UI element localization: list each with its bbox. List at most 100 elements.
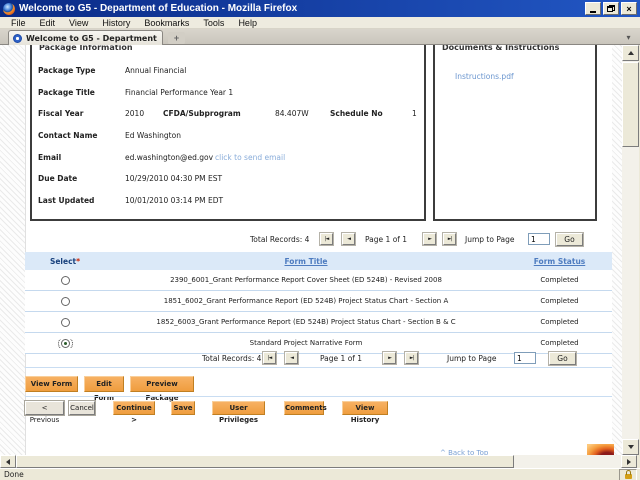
form-radio-3[interactable] bbox=[61, 339, 70, 348]
pagination-bottom: Total Records: 4 |◄ ◄ Page 1 of 1 ► ►| J… bbox=[0, 352, 622, 368]
fiscal-year-value: 2010 bbox=[125, 109, 144, 118]
radio-dot-icon bbox=[64, 342, 67, 345]
preview-package-button[interactable]: Preview Package bbox=[130, 376, 194, 392]
page-left-margin bbox=[0, 45, 26, 455]
email-value: ed.washington@ed.gov bbox=[125, 153, 213, 162]
previous-page-button[interactable]: ◄ bbox=[285, 352, 298, 364]
last-updated-label: Last Updated bbox=[38, 196, 94, 205]
restore-button[interactable] bbox=[603, 2, 619, 15]
save-button[interactable]: Save bbox=[171, 401, 195, 415]
horizontal-scroll-thumb[interactable] bbox=[16, 455, 514, 468]
form-title-column-header[interactable]: Form Title bbox=[105, 257, 507, 266]
jump-to-page-label: Jump to Page bbox=[447, 354, 497, 363]
form-title-cell: Standard Project Narrative Form bbox=[105, 339, 507, 347]
minimize-button[interactable] bbox=[585, 2, 601, 15]
jump-to-page-input[interactable] bbox=[514, 352, 536, 364]
field-due-date: Due Date 10/29/2010 04:30 PM EST bbox=[32, 174, 424, 184]
scroll-right-icon bbox=[627, 459, 634, 465]
field-fiscal-year: Fiscal Year 2010 CFDA/Subprogram 84.407W… bbox=[32, 109, 424, 119]
instructions-pdf-link[interactable]: Instructions.pdf bbox=[455, 72, 514, 81]
close-icon: × bbox=[626, 4, 631, 14]
tab-bar: Welcome to G5 - Department of Edu... + ▾ bbox=[0, 29, 640, 45]
edit-form-button[interactable]: Edit Form bbox=[84, 376, 124, 392]
title-bar: Welcome to G5 - Department of Education … bbox=[0, 0, 640, 17]
new-tab-button[interactable]: + bbox=[168, 32, 185, 44]
due-date-label: Due Date bbox=[38, 174, 77, 183]
last-page-button[interactable]: ►| bbox=[405, 352, 418, 364]
divider bbox=[25, 396, 612, 397]
previous-button[interactable]: < Previous bbox=[25, 401, 64, 415]
next-page-button[interactable]: ► bbox=[383, 352, 396, 364]
menu-view[interactable]: View bbox=[62, 17, 95, 29]
firefox-icon bbox=[3, 3, 15, 15]
contact-name-label: Contact Name bbox=[38, 131, 98, 140]
form-status-cell: Completed bbox=[507, 276, 612, 284]
security-panel[interactable] bbox=[619, 469, 637, 480]
package-type-value: Annual Financial bbox=[125, 66, 186, 75]
close-button[interactable]: × bbox=[621, 2, 637, 15]
list-all-tabs-button[interactable]: ▾ bbox=[621, 32, 636, 43]
page-right-margin bbox=[612, 45, 622, 455]
table-row: 1852_6003_Grant Performance Report (ED 5… bbox=[25, 312, 612, 333]
go-button[interactable]: Go bbox=[556, 233, 583, 246]
cancel-button[interactable]: Cancel bbox=[69, 401, 95, 415]
first-page-button[interactable]: |◄ bbox=[263, 352, 276, 364]
menu-bar: File Edit View History Bookmarks Tools H… bbox=[0, 17, 640, 29]
form-radio-2[interactable] bbox=[61, 318, 70, 327]
next-page-button[interactable]: ► bbox=[423, 233, 436, 245]
window-controls: × bbox=[585, 2, 637, 15]
contact-name-value: Ed Washington bbox=[125, 131, 181, 140]
previous-page-button[interactable]: ◄ bbox=[342, 233, 355, 245]
view-history-button[interactable]: View History bbox=[342, 401, 388, 415]
go-button[interactable]: Go bbox=[549, 352, 576, 365]
send-email-link[interactable]: click to send email bbox=[215, 153, 285, 162]
menu-tools[interactable]: Tools bbox=[196, 17, 231, 29]
jump-to-page-input[interactable] bbox=[528, 233, 550, 245]
form-title-cell: 1851_6002_Grant Performance Report (ED 5… bbox=[105, 297, 507, 305]
documents-instructions-panel: Documents & Instructions Instructions.pd… bbox=[433, 45, 597, 221]
lock-icon bbox=[625, 474, 632, 479]
form-radio-0[interactable] bbox=[61, 276, 70, 285]
email-label: Email bbox=[38, 153, 61, 162]
continue-button[interactable]: Continue > bbox=[113, 401, 155, 415]
tab-welcome-g5[interactable]: Welcome to G5 - Department of Edu... bbox=[8, 30, 163, 45]
menu-bookmarks[interactable]: Bookmarks bbox=[137, 17, 196, 29]
comments-button[interactable]: Comments bbox=[284, 401, 324, 415]
form-status-cell: Completed bbox=[507, 318, 612, 326]
required-asterisk: * bbox=[76, 257, 80, 266]
last-page-button[interactable]: ►| bbox=[443, 233, 456, 245]
scroll-left-button[interactable] bbox=[0, 455, 16, 468]
pagination-top: Total Records: 4 |◄ ◄ Page 1 of 1 ► ►| J… bbox=[0, 233, 622, 249]
scroll-down-button[interactable] bbox=[622, 439, 639, 455]
page-indicator: Page 1 of 1 bbox=[365, 235, 407, 244]
form-status-column-header[interactable]: Form Status bbox=[507, 257, 612, 266]
menu-help[interactable]: Help bbox=[231, 17, 264, 29]
minimize-icon bbox=[590, 11, 596, 13]
horizontal-scrollbar[interactable] bbox=[0, 455, 640, 468]
divider bbox=[25, 367, 612, 368]
package-information-panel: Package Information Package Type Annual … bbox=[30, 45, 426, 221]
field-contact-name: Contact Name Ed Washington bbox=[32, 131, 424, 141]
tab-label: Welcome to G5 - Department of Edu... bbox=[26, 34, 158, 43]
package-information-title: Package Information bbox=[39, 45, 133, 52]
table-row: Standard Project Narrative Form Complete… bbox=[25, 333, 612, 354]
select-column-header: Select* bbox=[25, 257, 105, 266]
forms-table: Select* Form Title Form Status 2390_6001… bbox=[25, 252, 612, 354]
restore-icon bbox=[607, 5, 615, 12]
scroll-up-button[interactable] bbox=[622, 45, 639, 61]
jump-to-page-label: Jump to Page bbox=[465, 235, 515, 244]
vertical-scroll-thumb[interactable] bbox=[622, 62, 639, 147]
form-radio-1[interactable] bbox=[61, 297, 70, 306]
first-page-button[interactable]: |◄ bbox=[320, 233, 333, 245]
vertical-scrollbar[interactable] bbox=[622, 45, 639, 455]
scroll-right-button[interactable] bbox=[621, 455, 637, 468]
table-row: 1851_6002_Grant Performance Report (ED 5… bbox=[25, 291, 612, 312]
scroll-down-icon bbox=[628, 445, 634, 452]
user-privileges-button[interactable]: User Privileges bbox=[212, 401, 265, 415]
menu-history[interactable]: History bbox=[95, 17, 137, 29]
scroll-up-icon bbox=[628, 48, 634, 55]
view-form-button[interactable]: View Form bbox=[25, 376, 78, 392]
menu-edit[interactable]: Edit bbox=[33, 17, 63, 29]
menu-file[interactable]: File bbox=[4, 17, 33, 29]
total-records-label: Total Records: 4 bbox=[250, 235, 309, 244]
